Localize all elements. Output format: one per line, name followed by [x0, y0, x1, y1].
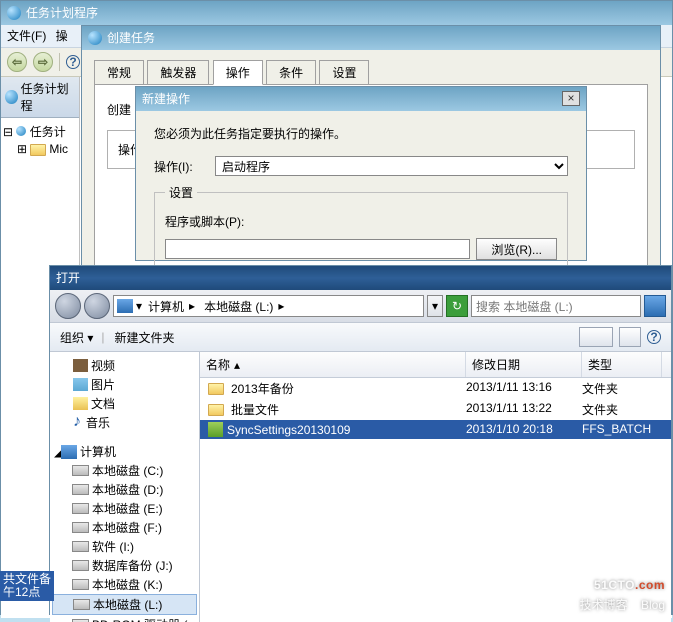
refresh-icon[interactable]: ↻	[446, 295, 468, 317]
drive-icon	[73, 599, 90, 610]
lib-pictures[interactable]: 图片	[52, 375, 197, 394]
search-icon[interactable]	[644, 295, 666, 317]
task-scheduler-titlebar[interactable]: 任务计划程序	[1, 1, 672, 25]
drive-item[interactable]: 本地磁盘 (K:)	[52, 575, 197, 594]
nav-computer[interactable]: ◢计算机	[52, 442, 197, 461]
crumb-expand-icon[interactable]: ▾	[427, 295, 443, 317]
settings-fieldset: 设置 程序或脚本(P): 浏览(R)...	[154, 184, 568, 277]
col-type[interactable]: 类型	[582, 352, 662, 377]
drive-icon	[72, 522, 89, 533]
tree-header: 任务计划程	[1, 77, 79, 118]
docs-icon	[73, 397, 88, 410]
computer-icon	[117, 299, 133, 313]
new-action-desc: 您必须为此任务指定要执行的操作。	[154, 125, 568, 142]
organize-bar: 组织 ▾ | 新建文件夹 ?	[50, 322, 671, 352]
menu-action[interactable]: 操	[56, 29, 68, 43]
nav-pane[interactable]: 视频 图片 文档 ♪音乐 ◢计算机 本地磁盘 (C:)本地磁盘 (D:)本地磁盘…	[50, 352, 200, 622]
folder-icon	[208, 404, 224, 416]
create-task-titlebar[interactable]: 创建任务	[82, 26, 660, 50]
ffs-icon	[208, 422, 223, 437]
settings-legend: 设置	[165, 184, 197, 201]
drive-item[interactable]: 本地磁盘 (C:)	[52, 461, 197, 480]
drive-item[interactable]: 本地磁盘 (L:)	[52, 594, 197, 615]
toolbar-divider	[59, 53, 60, 71]
taskbar-badge: 共文件备午12点	[0, 571, 54, 601]
tab-strip: 常规 触发器 操作 条件 设置	[94, 59, 648, 84]
search-input[interactable]: 搜索 本地磁盘 (L:)	[471, 295, 641, 317]
browse-button[interactable]: 浏览(R)...	[476, 238, 557, 260]
app-icon	[7, 6, 21, 20]
menu-file[interactable]: 文件(F)	[7, 29, 46, 43]
tree-item[interactable]: ⊞ Mic	[3, 141, 77, 157]
program-label: 程序或脚本(P):	[165, 213, 557, 230]
folder-icon	[208, 383, 224, 395]
crumb-row: ▾ 计算机▸ 本地磁盘 (L:)▸ ▾ ↻ 搜索 本地磁盘 (L:)	[50, 290, 671, 322]
tab-conditions[interactable]: 条件	[266, 60, 316, 84]
nav-fwd-icon[interactable]	[84, 293, 110, 319]
list-item[interactable]: SyncSettings20130109 2013/1/10 20:18 FFS…	[200, 420, 671, 439]
clock-icon	[16, 126, 26, 136]
open-dialog: 打开 ▾ 计算机▸ 本地磁盘 (L:)▸ ▾ ↻ 搜索 本地磁盘 (L:) 组织…	[49, 265, 672, 615]
help-icon[interactable]: ?	[66, 55, 80, 69]
tab-settings[interactable]: 设置	[319, 60, 369, 84]
organize-button[interactable]: 组织 ▾	[60, 329, 93, 346]
breadcrumb[interactable]: ▾ 计算机▸ 本地磁盘 (L:)▸	[113, 295, 424, 317]
nav-back-icon[interactable]: ⇦	[7, 52, 27, 72]
drive-item[interactable]: 软件 (I:)	[52, 537, 197, 556]
list-item[interactable]: 2013年备份 2013/1/11 13:16 文件夹	[200, 378, 671, 399]
lib-docs[interactable]: 文档	[52, 394, 197, 413]
drive-icon	[72, 484, 89, 495]
crumb-computer[interactable]: 计算机▸	[145, 298, 198, 315]
nav-back-icon[interactable]	[55, 293, 81, 319]
drive-icon	[72, 465, 89, 476]
action-label: 操作(I):	[154, 158, 209, 175]
drive-icon	[72, 560, 89, 571]
lib-video[interactable]: 视频	[52, 356, 197, 375]
col-date[interactable]: 修改日期	[466, 352, 582, 377]
sort-icon: ▴	[234, 358, 240, 372]
close-icon[interactable]: ×	[562, 91, 580, 106]
tab-actions[interactable]: 操作	[213, 60, 263, 85]
tab-triggers[interactable]: 触发器	[147, 60, 209, 84]
drive-icon	[72, 503, 89, 514]
nav-fwd-icon[interactable]: ⇨	[33, 52, 53, 72]
drive-icon	[72, 541, 89, 552]
action-select[interactable]: 启动程序	[215, 156, 568, 176]
program-input[interactable]	[165, 239, 470, 259]
new-folder-button[interactable]: 新建文件夹	[115, 329, 175, 346]
drive-item[interactable]: 本地磁盘 (D:)	[52, 480, 197, 499]
preview-toggle-icon[interactable]	[619, 327, 641, 347]
open-titlebar[interactable]: 打开	[50, 266, 671, 290]
column-headers[interactable]: 名称 ▴ 修改日期 类型	[200, 352, 671, 378]
task-scheduler-title: 任务计划程序	[26, 4, 98, 21]
tree-root[interactable]: ⊟ 任务计	[3, 122, 77, 141]
drive-item[interactable]: 本地磁盘 (F:)	[52, 518, 197, 537]
list-item[interactable]: 批量文件 2013/1/11 13:22 文件夹	[200, 399, 671, 420]
lib-music[interactable]: ♪音乐	[52, 413, 197, 432]
new-action-titlebar[interactable]: 新建操作 ×	[136, 87, 586, 111]
new-action-dialog: 新建操作 × 您必须为此任务指定要执行的操作。 操作(I): 启动程序 设置 程…	[135, 86, 587, 261]
help-icon[interactable]: ?	[647, 330, 661, 344]
col-name[interactable]: 名称	[206, 356, 230, 373]
drive-item[interactable]: 数据库备份 (J:)	[52, 556, 197, 575]
folder-icon	[30, 144, 46, 156]
drive-icon	[72, 579, 89, 590]
open-title: 打开	[56, 269, 80, 286]
crumb-drive[interactable]: 本地磁盘 (L:)▸	[201, 298, 287, 315]
task-icon	[88, 31, 102, 45]
video-icon	[73, 359, 88, 372]
tree-hdr-text: 任务计划程	[21, 80, 75, 114]
watermark: 51CTO.com 技术博客 Blog	[580, 568, 665, 613]
new-action-title: 新建操作	[142, 90, 190, 107]
music-icon: ♪	[73, 416, 83, 430]
tab-general[interactable]: 常规	[94, 60, 144, 84]
globe-icon	[5, 90, 18, 104]
view-mode-icon[interactable]	[579, 327, 613, 347]
pictures-icon	[73, 378, 88, 391]
drive-item[interactable]: 本地磁盘 (E:)	[52, 499, 197, 518]
create-task-title: 创建任务	[107, 29, 155, 46]
computer-icon	[61, 445, 77, 459]
